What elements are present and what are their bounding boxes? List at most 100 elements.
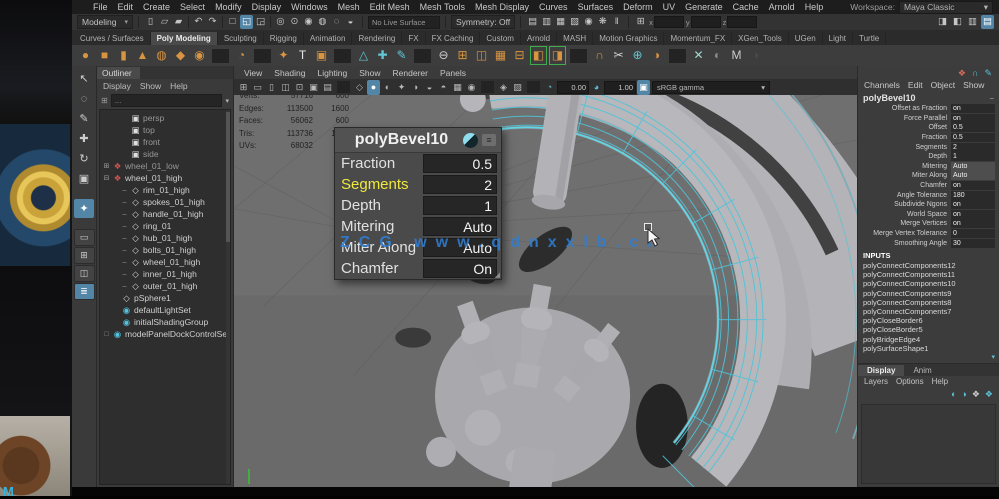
quad-draw-icon[interactable]: ✎ xyxy=(393,46,410,65)
channel-row[interactable]: Subdivide Ngons on xyxy=(858,200,999,210)
expand-toggle-icon[interactable]: – xyxy=(121,211,128,218)
channel-row[interactable]: World Space on xyxy=(858,209,999,220)
history-node-item[interactable]: polySurfaceShape1 xyxy=(858,344,999,353)
hamburger-menu-icon[interactable]: ≡ xyxy=(482,134,496,146)
layer-menu-item[interactable]: Options xyxy=(896,377,924,386)
menu-item[interactable]: Windows xyxy=(286,2,333,12)
pause-viewport-icon[interactable]: ‖ xyxy=(610,15,623,29)
channel-value-field[interactable]: on xyxy=(951,200,995,210)
filter-grid-icon[interactable]: ⊞ xyxy=(101,96,108,105)
sweep-mesh-icon[interactable]: ✦ xyxy=(275,46,292,65)
sphere-shader-icon[interactable]: ◐ xyxy=(709,46,726,65)
shaded-icon[interactable]: ● xyxy=(367,79,380,95)
modeling-toolkit-toggle-icon[interactable]: ▤ xyxy=(981,15,994,29)
attribute-label[interactable]: Segments xyxy=(341,176,409,193)
channel-row[interactable]: Depth 1 xyxy=(858,152,999,162)
viewport-menu-item[interactable]: Lighting xyxy=(311,68,353,78)
history-node-item[interactable]: polyConnectComponents10 xyxy=(858,279,999,288)
mental-m-icon[interactable]: M xyxy=(728,46,745,65)
history-node-item[interactable]: polyConnectComponents9 xyxy=(858,288,999,298)
viewport-menu-item[interactable]: Shading xyxy=(268,68,311,78)
outliner-item[interactable]: – ◇ inner_01_high xyxy=(100,268,230,280)
expand-toggle-icon[interactable]: – xyxy=(121,223,128,230)
menu-set-dropdown[interactable]: Modeling ▾ xyxy=(77,15,134,29)
channel-value-field[interactable]: Auto xyxy=(951,171,995,181)
save-scene-icon[interactable]: ▰ xyxy=(172,15,185,29)
channel-value-field[interactable]: on xyxy=(951,181,995,191)
speed-graph-icon[interactable]: ∩ xyxy=(972,67,978,79)
shelf-tab[interactable]: Poly Modeling xyxy=(150,32,218,45)
viewport-menu-item[interactable]: Show xyxy=(353,68,386,78)
wireframe-icon[interactable]: ◇ xyxy=(353,80,366,95)
outliner-item[interactable]: ◉ initialShadingGroup xyxy=(100,316,230,328)
multisample-icon[interactable]: ▦ xyxy=(451,80,464,95)
mirror-icon[interactable]: ◑ xyxy=(648,46,665,65)
tool-settings-toggle-icon[interactable]: ◧ xyxy=(951,15,964,29)
channel-stats-icon[interactable]: ❖ xyxy=(958,67,966,79)
view-transform-dropdown[interactable]: sRGB gamma ▾ xyxy=(652,80,770,94)
coordinate-z-field[interactable]: z xyxy=(723,16,758,28)
shelf-tab[interactable]: UGen xyxy=(789,32,823,45)
extrude-icon[interactable]: ◧ xyxy=(530,46,547,65)
redo-icon[interactable]: ↷ xyxy=(206,15,219,29)
attribute-value-field[interactable]: On xyxy=(423,259,497,278)
exposure-icon[interactable]: ◔ xyxy=(543,80,556,95)
layout-outliner-persp-button[interactable]: ≣ xyxy=(73,283,95,300)
viewport-menu-item[interactable]: Panels xyxy=(434,68,472,78)
ambient-occlusion-icon[interactable]: ◒ xyxy=(423,80,436,95)
polybevel-title-bar[interactable]: polyBevel10 ≡ xyxy=(335,128,501,153)
lasso-tool-icon[interactable]: ◌ xyxy=(74,89,94,108)
node-header[interactable]: polyBevel10 − xyxy=(858,91,999,104)
history-node-item[interactable]: polyBridgeEdge4 xyxy=(858,334,999,344)
channel-value-field[interactable]: on xyxy=(951,113,995,123)
new-layer-from-selected-icon[interactable]: ❖ xyxy=(985,389,993,400)
attribute-value-field[interactable]: 0.5 xyxy=(423,154,497,173)
channel-row[interactable]: Force Parallel on xyxy=(858,113,999,124)
outliner-item[interactable]: ▣ persp xyxy=(100,112,230,124)
shelf-tab[interactable]: Momentum_FX xyxy=(664,32,733,45)
exposure-field[interactable]: 0.00 xyxy=(557,80,589,94)
outliner-item[interactable]: – ◇ outer_01_high xyxy=(100,280,230,292)
menu-item[interactable]: Deform xyxy=(618,2,658,12)
coordinate-x-field[interactable]: x xyxy=(649,16,684,28)
expand-toggle-icon[interactable]: – xyxy=(121,283,128,290)
move-tool-icon[interactable]: ✚ xyxy=(74,129,94,148)
select-object-icon[interactable]: ◱ xyxy=(240,15,254,29)
channel-row[interactable]: Merge Vertices on xyxy=(858,219,999,229)
menu-item[interactable]: Edit xyxy=(113,2,139,12)
current-tool-icon[interactable]: ✦ xyxy=(74,199,94,218)
shelf-tab[interactable]: Motion Graphics xyxy=(593,32,665,45)
chevron-down-icon[interactable]: ▾ xyxy=(225,97,229,105)
outliner-item[interactable]: – ◇ ring_01 xyxy=(100,220,230,232)
workspace-dropdown[interactable]: Maya Classic ▾ xyxy=(899,0,993,14)
field-chart-icon[interactable]: ⊡ xyxy=(293,80,306,95)
channel-value-field[interactable]: 0.5 xyxy=(951,133,995,143)
outliner-menu-item[interactable]: Show xyxy=(140,81,161,91)
poly-disc-icon[interactable]: ◉ xyxy=(191,46,208,65)
history-node-item[interactable]: polyCloseBorder5 xyxy=(858,325,999,334)
new-scene-icon[interactable]: ▯ xyxy=(144,15,157,29)
outliner-menu-item[interactable]: Display xyxy=(103,81,131,91)
outliner-item[interactable]: – ◇ handle_01_high xyxy=(100,208,230,220)
rotate-tool-icon[interactable]: ↻ xyxy=(74,149,94,168)
menu-item[interactable]: Edit Mesh xyxy=(365,2,415,12)
collapse-icon[interactable]: − xyxy=(989,94,994,103)
layer-editor-tab[interactable]: Anim xyxy=(904,365,940,376)
gate-mask-icon[interactable]: ◫ xyxy=(279,80,292,95)
multi-cut-icon[interactable]: ✂ xyxy=(610,46,627,65)
history-node-item[interactable]: polyConnectComponents7 xyxy=(858,307,999,316)
outliner-item[interactable]: ▣ side xyxy=(100,148,230,160)
outliner-item[interactable]: – ◇ wheel_01_high xyxy=(100,256,230,268)
channel-box-toggle-icon[interactable]: ▥ xyxy=(966,15,979,29)
viewport-menu-item[interactable]: View xyxy=(238,68,268,78)
attribute-editor-toggle-icon[interactable]: ◨ xyxy=(936,15,949,29)
shelf-tab[interactable]: MASH xyxy=(557,32,594,45)
menu-item[interactable]: File xyxy=(88,2,113,12)
channel-box-menu-item[interactable]: Edit xyxy=(908,80,923,90)
turtle-x-icon[interactable]: ✕ xyxy=(690,46,707,65)
combine-icon[interactable]: ⊞ xyxy=(454,46,471,65)
menu-item[interactable]: Select xyxy=(175,2,210,12)
channel-value-field[interactable]: 1 xyxy=(951,152,995,162)
layout-single-pane-button[interactable]: ▭ xyxy=(73,229,95,246)
outliner-item[interactable]: ▣ top xyxy=(100,124,230,136)
